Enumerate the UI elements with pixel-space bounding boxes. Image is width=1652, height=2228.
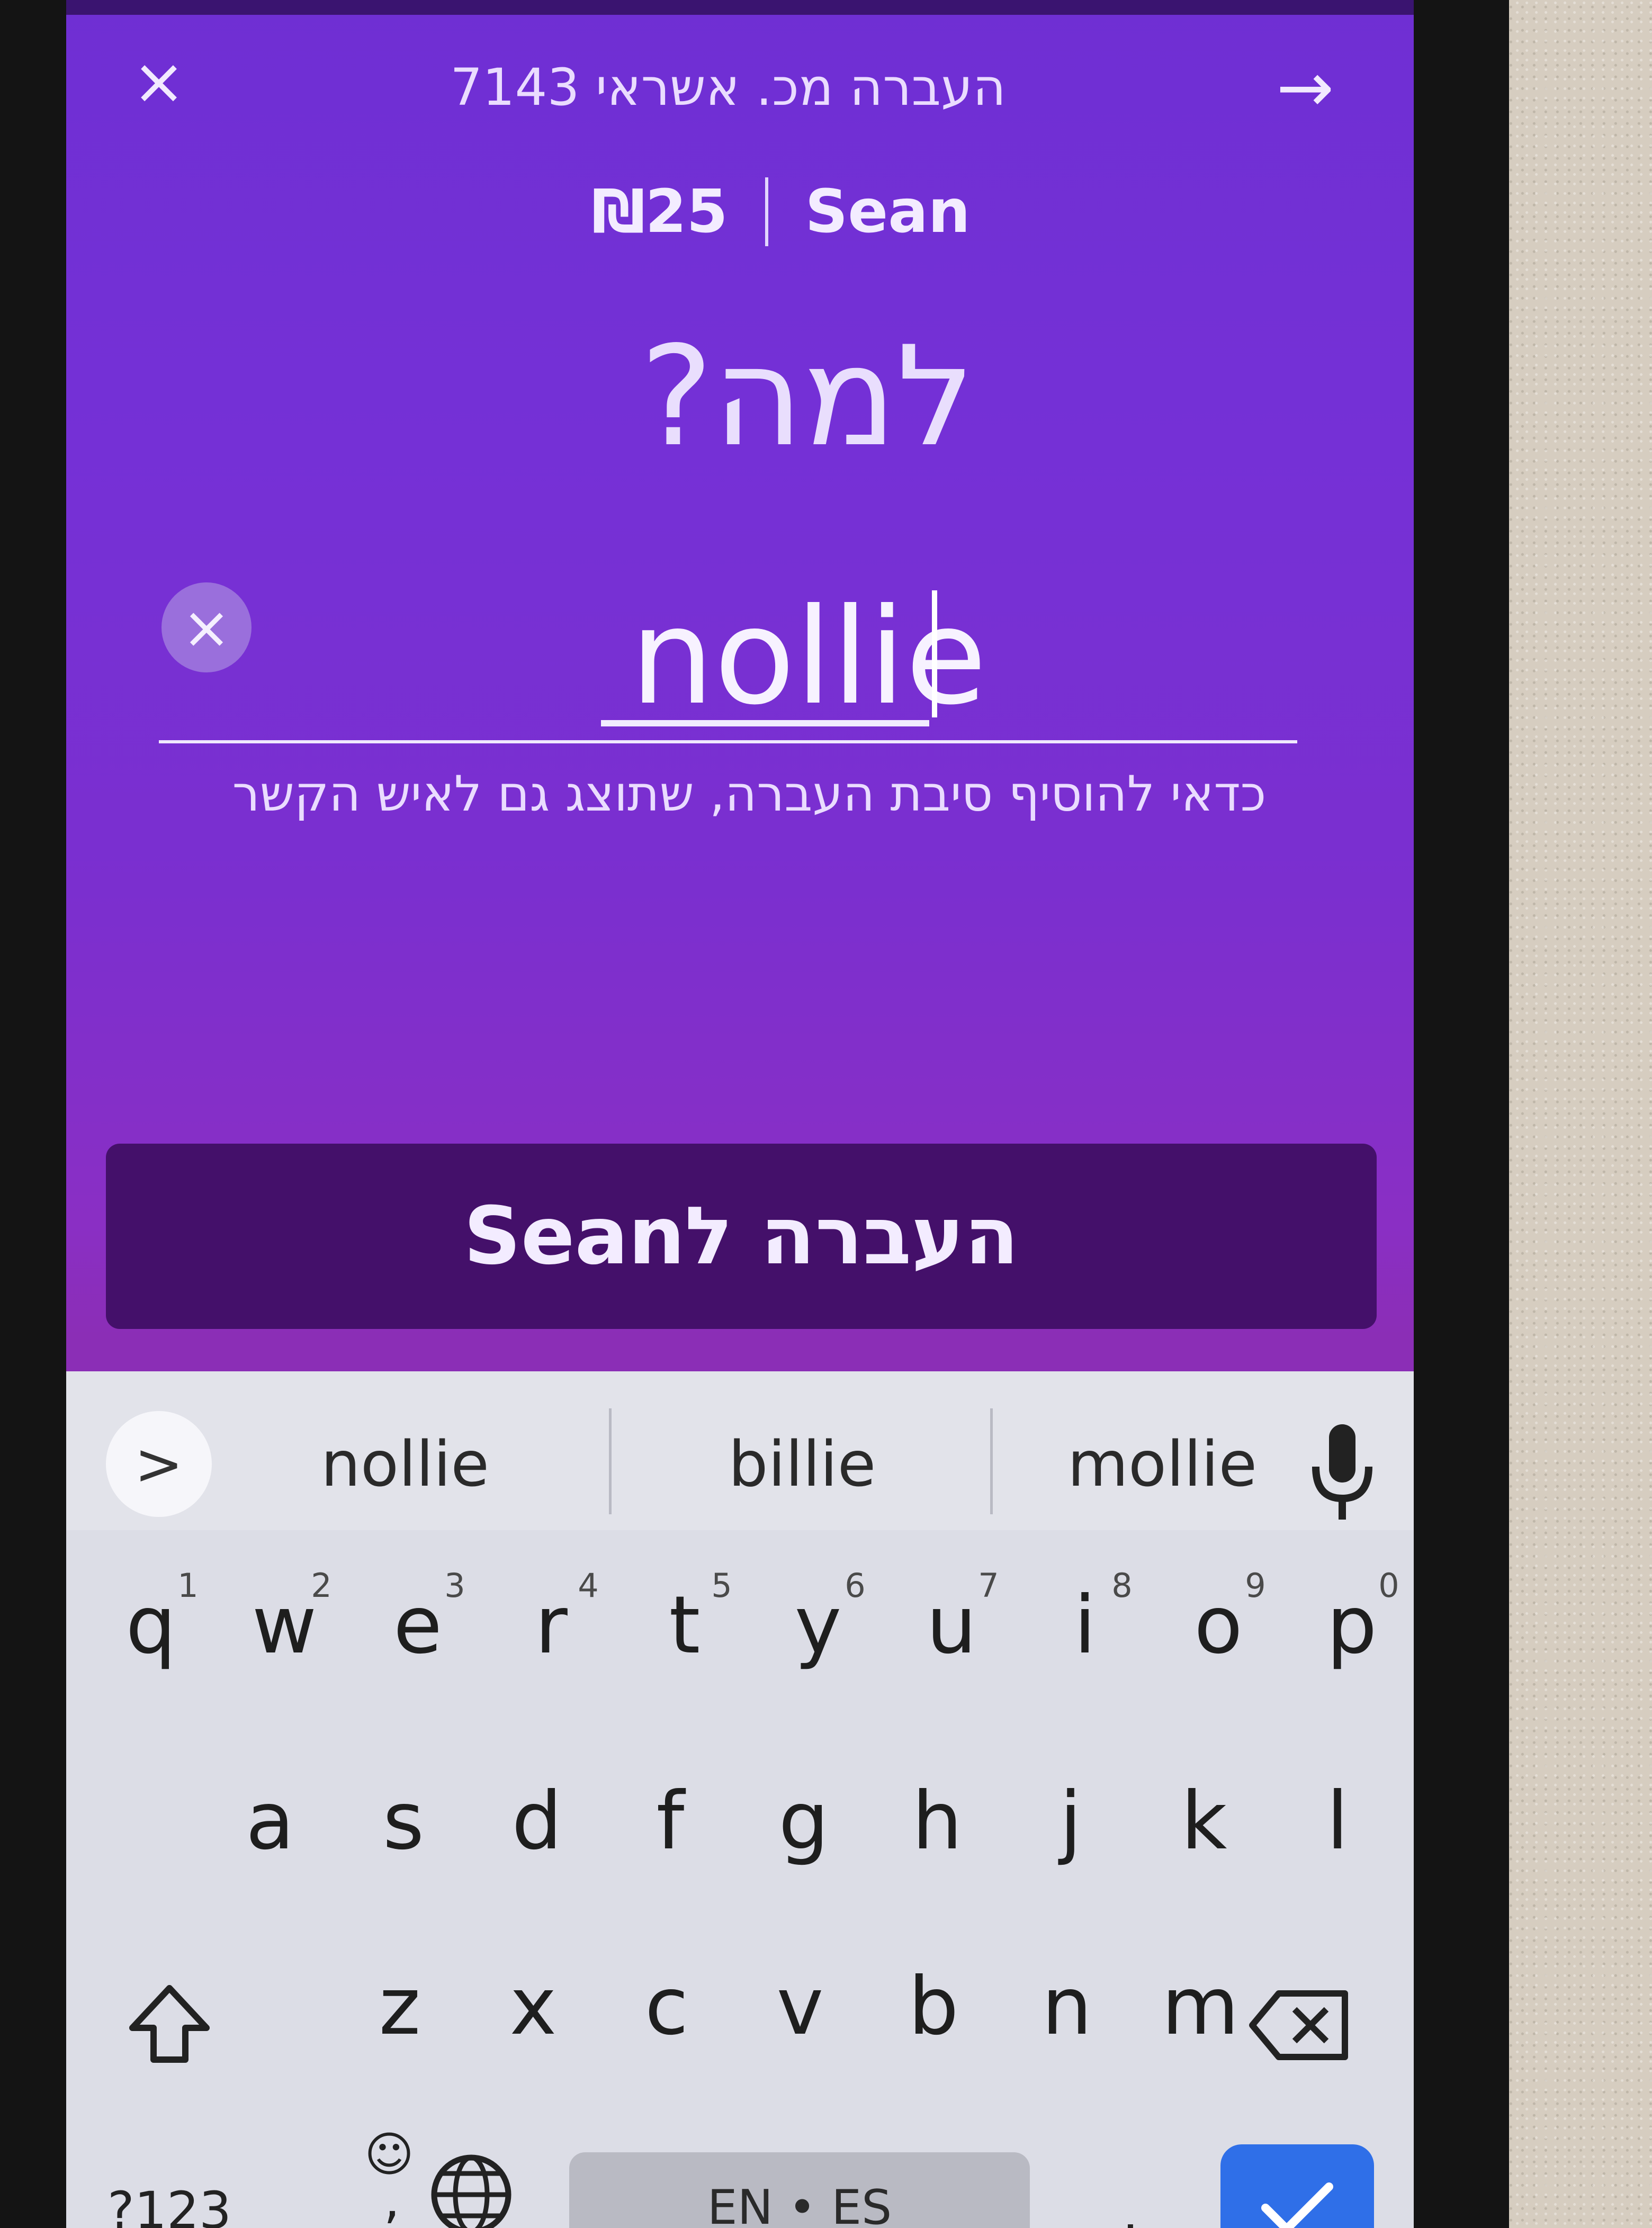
key-hint-0: 0 [1378,1566,1399,1605]
clear-input-button[interactable]: × [161,582,252,672]
input-underline [159,740,1297,743]
back-arrow-icon[interactable]: → [1252,53,1358,122]
divider [765,177,768,246]
key-n[interactable]: n [1006,1938,1128,2076]
keyboard: > nollie billie mollie q1w2e3r4t5y6u7i8o… [66,1371,1414,2228]
text-caret [932,590,937,717]
key-l[interactable]: l [1277,1753,1398,1890]
globe-icon[interactable] [426,2150,516,2228]
enter-key[interactable] [1220,2144,1374,2228]
backspace-icon[interactable] [1247,1986,1353,2065]
key-f[interactable]: f [609,1753,731,1890]
divider [990,1408,993,1514]
key-v[interactable]: v [739,1938,861,2076]
suggestion-2[interactable]: billie [638,1403,966,1525]
key-c[interactable]: c [606,1938,728,2076]
key-hint-6: 6 [845,1566,866,1605]
checkmark-icon [1261,2182,1333,2228]
suggestion-3[interactable]: mollie [1009,1403,1316,1525]
key-g[interactable]: g [743,1753,865,1890]
reason-input[interactable] [543,588,1074,726]
key-x[interactable]: x [472,1938,594,2076]
transfer-button[interactable]: העברה לSean [106,1144,1377,1329]
amount-label: ₪25 [591,177,728,246]
key-m[interactable]: m [1139,1938,1261,2076]
divider [609,1408,612,1514]
key-hint-4: 4 [578,1566,599,1605]
key-hint-2: 2 [311,1566,332,1605]
key-hint-9: 9 [1245,1566,1266,1605]
recipient-summary: ₪25 Sean [543,169,1019,254]
period-key[interactable]: . [1109,2187,1152,2228]
page-title: העברה מכ. אשראי 7143 [450,58,1006,117]
question-heading: למה? [640,317,975,477]
key-k[interactable]: k [1143,1753,1265,1890]
status-bar [66,0,1414,15]
microphone-icon[interactable] [1305,1419,1379,1525]
spellcheck-underline [601,720,929,726]
suggestion-bar: > nollie billie mollie [66,1371,1414,1530]
key-hint-7: 7 [978,1566,999,1605]
shift-icon[interactable] [124,1980,214,2070]
key-hint-5: 5 [711,1566,732,1605]
key-hint-8: 8 [1111,1566,1133,1605]
phone-frame: × העברה מכ. אשראי 7143 → ₪25 Sean למה? ×… [0,0,1509,2228]
chevron-right-icon[interactable]: > [106,1411,212,1517]
key-j[interactable]: j [1010,1753,1132,1890]
recipient-name: Sean [805,177,971,246]
key-d[interactable]: d [476,1753,598,1890]
close-icon[interactable]: × [130,50,188,114]
key-hint-1: 1 [177,1566,199,1605]
key-s[interactable]: s [343,1753,464,1890]
key-a[interactable]: a [209,1753,331,1890]
app-screen: × העברה מכ. אשראי 7143 → ₪25 Sean למה? ×… [66,0,1414,2228]
key-h[interactable]: h [876,1753,998,1890]
comma-key[interactable]: , [371,2175,413,2225]
key-b[interactable]: b [873,1938,994,2076]
space-key[interactable]: EN • ES [569,2152,1030,2228]
key-hint-3: 3 [444,1566,465,1605]
helper-text: כדאי להוסיף סיבת העברה, שתוצג גם לאיש הק… [232,766,1267,822]
suggestion-1[interactable]: nollie [246,1403,564,1525]
symbols-key[interactable]: ?123 [101,2166,238,2228]
key-z[interactable]: z [339,1938,461,2076]
